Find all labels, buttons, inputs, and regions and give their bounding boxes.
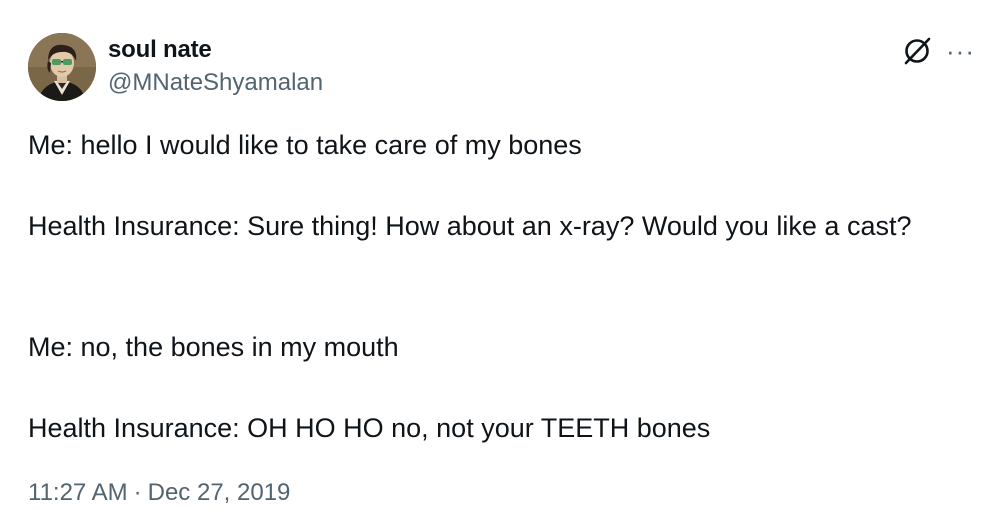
tweet-timestamp[interactable]: 11:27 AM · Dec 27, 2019 xyxy=(28,477,290,509)
avatar[interactable] xyxy=(28,33,96,101)
tweet-paragraph: Me: hello I would like to take care of m… xyxy=(28,130,582,160)
tweet-date: Dec 27, 2019 xyxy=(147,479,291,506)
tweet-paragraph: Health Insurance: OH HO HO no, not your … xyxy=(28,413,711,443)
avatar-portrait-image xyxy=(28,33,96,101)
grok-icon[interactable] xyxy=(902,36,932,66)
user-handle[interactable]: @MNateShyamalan xyxy=(108,68,323,98)
tweet-paragraph: Health Insurance: Sure thing! How about … xyxy=(28,211,912,241)
timestamp-separator: · xyxy=(133,479,142,506)
user-info: soul nate @MNateShyamalan xyxy=(108,36,323,98)
tweet-card: soul nate @MNateShyamalan ··· Me: hello … xyxy=(0,0,1000,517)
display-name[interactable]: soul nate xyxy=(108,36,323,64)
tweet-time: 11:27 AM xyxy=(28,479,128,506)
more-options-icon[interactable]: ··· xyxy=(946,38,976,64)
tweet-paragraph: Me: no, the bones in my mouth xyxy=(28,332,399,362)
